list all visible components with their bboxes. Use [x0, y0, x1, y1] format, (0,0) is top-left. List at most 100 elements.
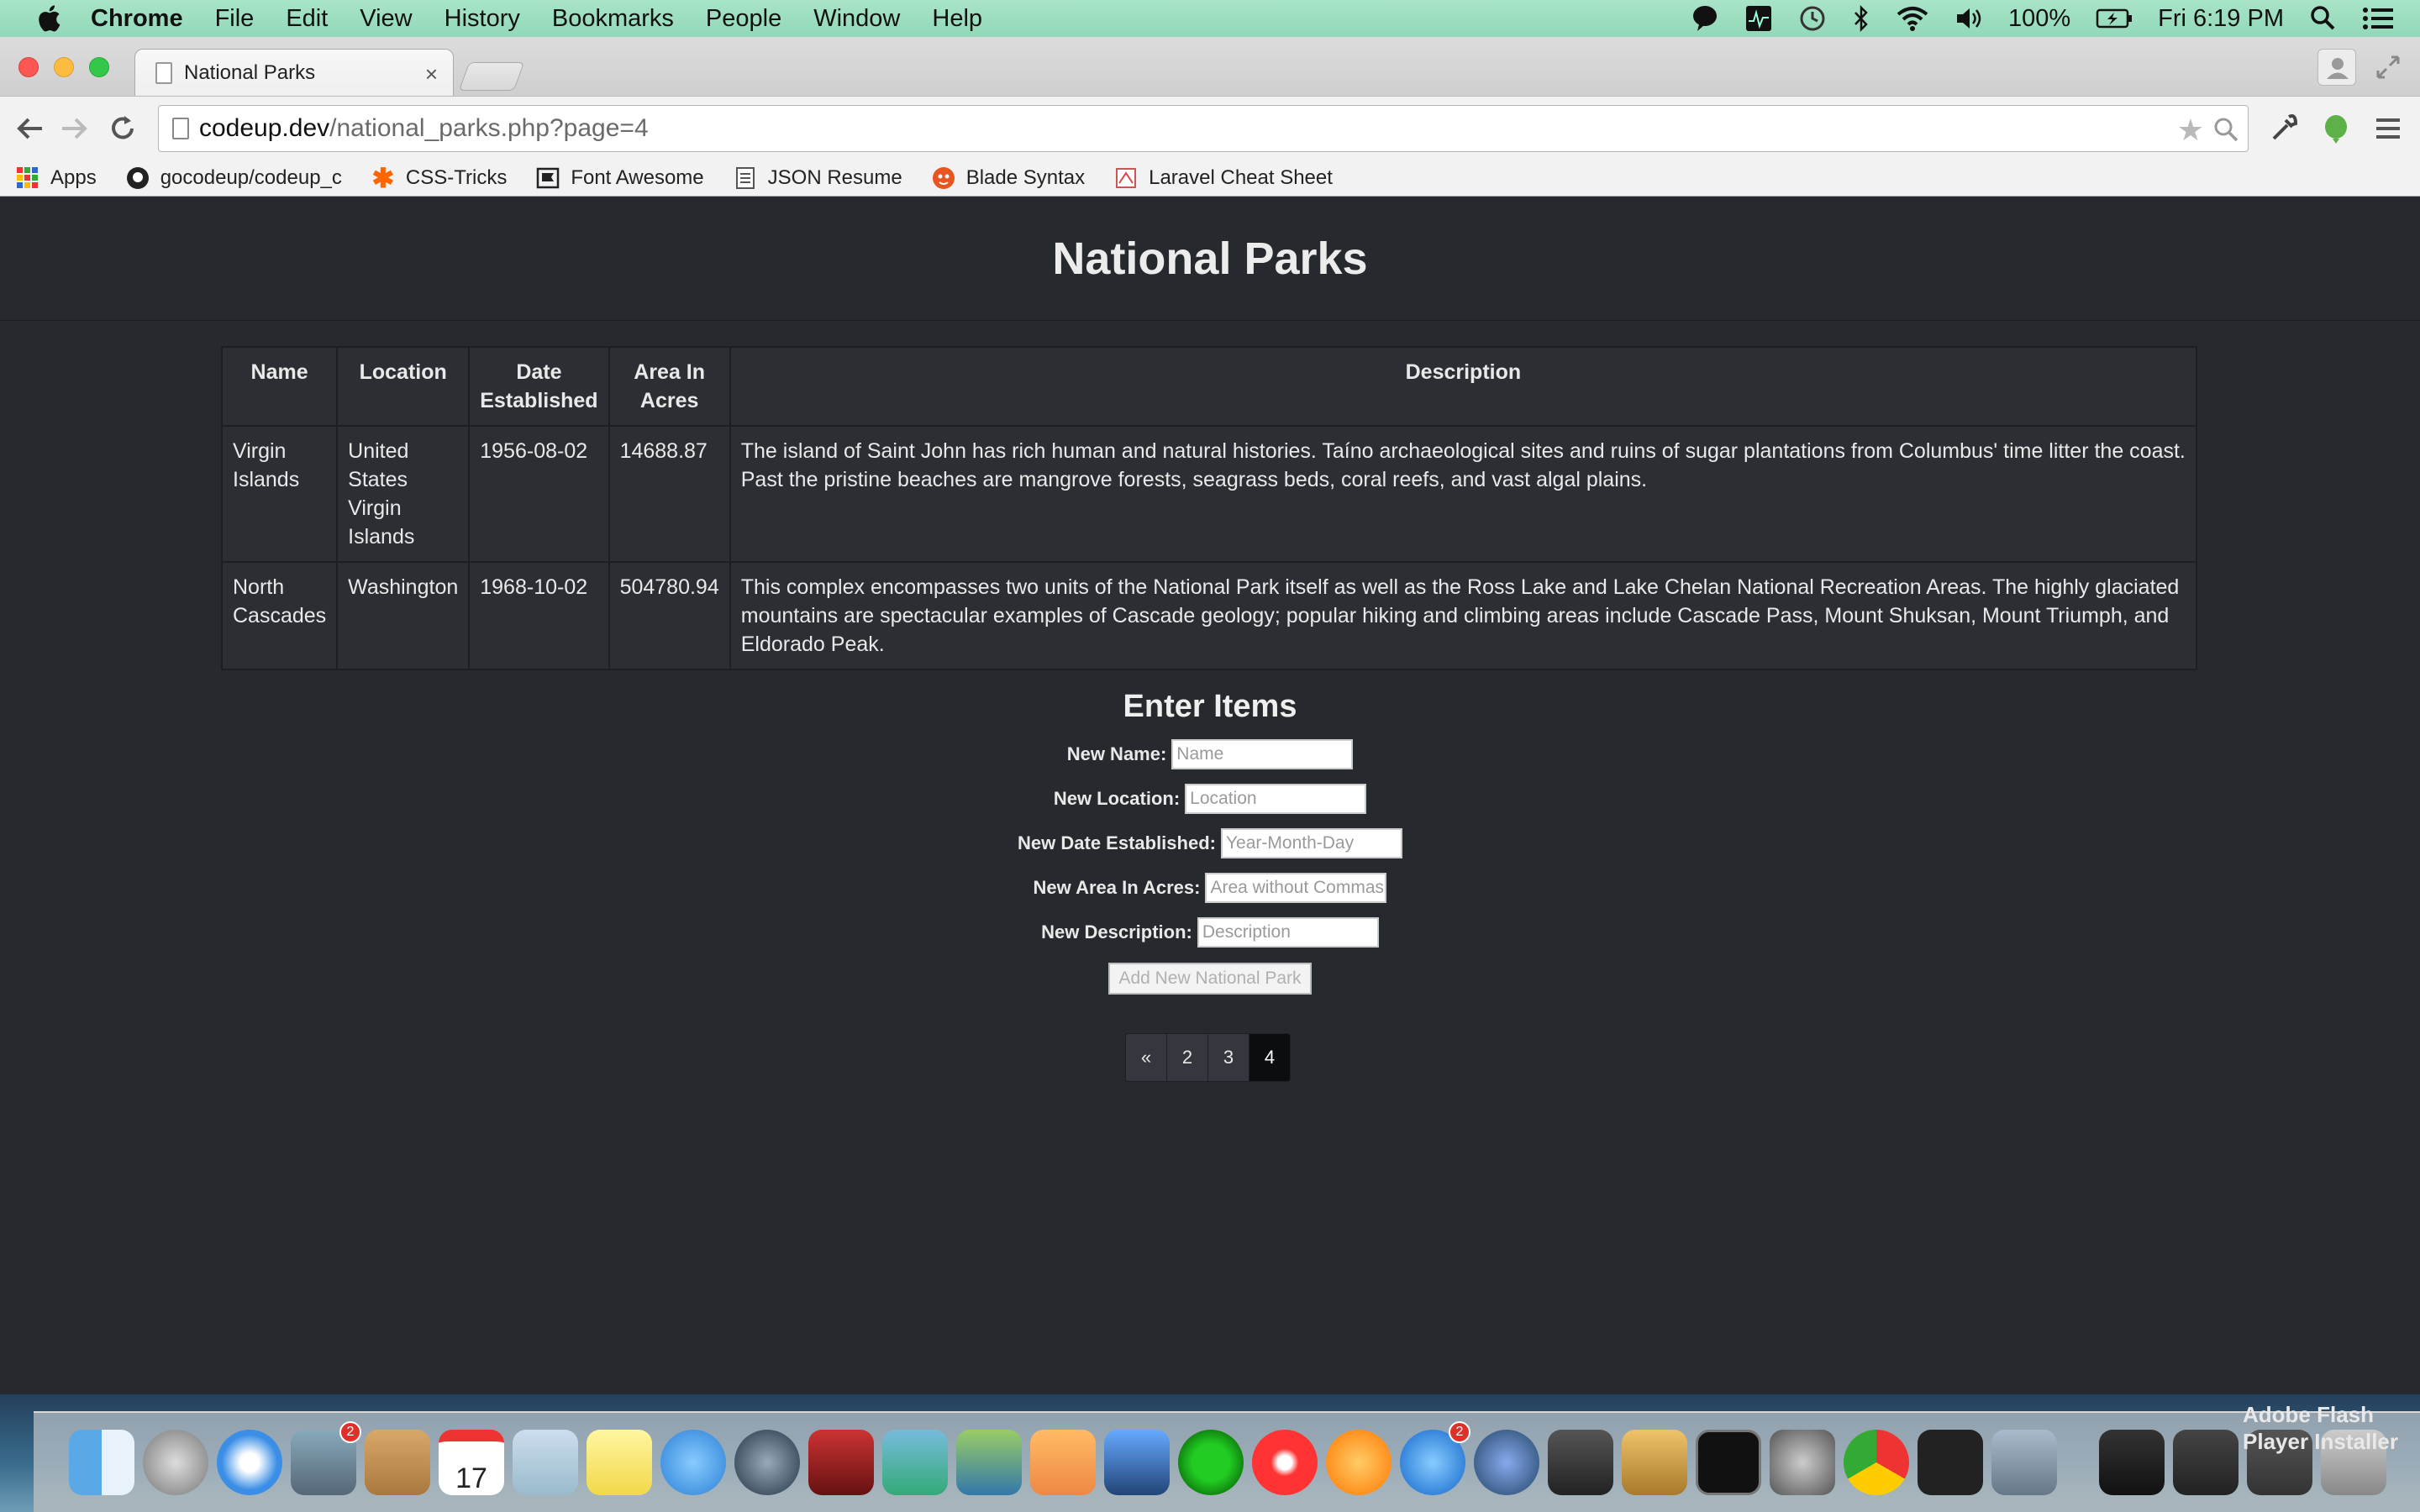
photo-booth-icon[interactable] [808, 1430, 874, 1495]
mail-icon[interactable]: 2 [291, 1421, 361, 1495]
iphoto-icon[interactable] [882, 1430, 948, 1495]
menu-bookmarks[interactable]: Bookmarks [552, 5, 674, 33]
bookmark-font-awesome[interactable]: Font Awesome [535, 165, 704, 191]
page-info-icon[interactable] [172, 118, 189, 139]
menu-help[interactable]: Help [932, 5, 982, 33]
zoom-magnifier-icon[interactable] [2212, 116, 2239, 143]
spotify-icon[interactable] [1178, 1430, 1244, 1495]
pagination-prev[interactable]: « [1125, 1033, 1167, 1082]
chat-bubble-icon[interactable] [1691, 4, 1719, 33]
bookmark-json-resume[interactable]: JSON Resume [733, 165, 902, 191]
chrome-menu-icon[interactable] [2371, 112, 2405, 145]
volume-icon[interactable] [1954, 4, 1983, 33]
launchpad-icon[interactable] [143, 1430, 208, 1495]
menu-people[interactable]: People [706, 5, 781, 33]
finder-icon[interactable] [69, 1430, 134, 1495]
park-area-cell: 14688.87 [608, 425, 731, 563]
system-preferences-icon[interactable] [1770, 1430, 1835, 1495]
bookmark-apps[interactable]: Apps [15, 165, 97, 191]
sourcetree-icon[interactable] [1474, 1430, 1539, 1495]
location-input[interactable] [1185, 783, 1367, 814]
gopro-icon[interactable] [1918, 1430, 1983, 1495]
area-input[interactable] [1205, 872, 1387, 903]
contacts-icon[interactable] [365, 1430, 430, 1495]
bookmark-blade-syntax[interactable]: Blade Syntax [931, 165, 1085, 191]
new-tab-button[interactable] [458, 62, 525, 91]
window-minimize-button[interactable] [54, 57, 74, 77]
sublime-text-icon[interactable] [1548, 1430, 1613, 1495]
area-label: New Area In Acres: [1033, 876, 1201, 898]
menu-file[interactable]: File [215, 5, 255, 33]
time-machine-icon[interactable] [1798, 4, 1827, 33]
bookmark-github[interactable]: gocodeup/codeup_c [125, 165, 342, 191]
menu-app-chrome[interactable]: Chrome [91, 5, 183, 33]
bookmark-laravel-cheat-sheet[interactable]: Laravel Cheat Sheet [1113, 165, 1333, 191]
tab-national-parks[interactable]: National Parks × [134, 49, 454, 96]
profile-button[interactable] [2317, 49, 2356, 86]
itunes-icon[interactable] [1252, 1430, 1318, 1495]
description-input[interactable] [1197, 916, 1379, 948]
apps-grid-icon [15, 165, 40, 191]
forward-arrow-icon[interactable] [57, 112, 91, 145]
chrome-icon[interactable] [1844, 1430, 1909, 1495]
notification-center-icon[interactable] [2361, 4, 2395, 33]
menu-clock[interactable]: Fri 6:19 PM [2158, 5, 2284, 33]
eyedropper-extension-icon[interactable] [2267, 112, 2301, 145]
location-label: New Location: [1053, 787, 1181, 809]
menu-window[interactable]: Window [813, 5, 900, 33]
pagination-page-3[interactable]: 3 [1207, 1033, 1249, 1082]
window-zoom-button[interactable] [89, 57, 109, 77]
fullscreen-expand-icon[interactable] [2375, 54, 2402, 81]
add-park-button[interactable]: Add New National Park [1108, 963, 1312, 995]
park-date-cell: 1956-08-02 [468, 425, 610, 563]
preview-icon[interactable] [1991, 1430, 2057, 1495]
menu-edit[interactable]: Edit [286, 5, 328, 33]
apple-logo-icon[interactable] [32, 4, 66, 33]
macos-menu-bar: Chrome File Edit View History Bookmarks … [0, 0, 2420, 37]
messages-icon[interactable] [660, 1430, 726, 1495]
battery-percent[interactable]: 100% [2008, 5, 2070, 33]
evernote-extension-icon[interactable] [2319, 112, 2353, 145]
person-icon [2327, 58, 2349, 79]
calendar-date: 17 [455, 1462, 487, 1494]
keynote-icon[interactable] [1104, 1430, 1170, 1495]
address-bar[interactable]: codeup.dev/national_parks.php?page=4 ★ [158, 105, 2249, 152]
date-established-input[interactable] [1220, 827, 1402, 858]
calendar-icon[interactable]: 17 [439, 1430, 504, 1495]
spotlight-search-icon[interactable] [2309, 4, 2336, 33]
bookmark-css-tricks[interactable]: ✱ CSS-Tricks [371, 163, 507, 193]
pagination-page-2[interactable]: 2 [1166, 1033, 1208, 1082]
bluetooth-icon[interactable] [1852, 4, 1870, 33]
park-description-cell: This complex encompasses two units of th… [729, 561, 2198, 670]
reload-icon[interactable] [106, 112, 139, 145]
notes-icon[interactable] [587, 1430, 652, 1495]
numbers-icon[interactable] [956, 1430, 1022, 1495]
form-row-date: New Date Established: [0, 821, 2420, 865]
window-close-button[interactable] [18, 57, 39, 77]
terminal-icon[interactable] [1696, 1430, 1761, 1495]
window-thumbnail-icon[interactable] [2173, 1430, 2238, 1495]
app-store-icon[interactable]: 2 [1400, 1421, 1470, 1495]
pagination-page-4[interactable]: 4 [1249, 1033, 1291, 1082]
table-row: North Cascades Washington 1968-10-02 504… [220, 561, 2198, 670]
menu-history[interactable]: History [445, 5, 520, 33]
facetime-icon[interactable] [734, 1430, 800, 1495]
terminal-window-thumbnail-icon[interactable] [2099, 1430, 2165, 1495]
tab-close-icon[interactable]: × [425, 61, 438, 87]
wifi-icon[interactable] [1896, 4, 1929, 33]
menu-view[interactable]: View [360, 5, 412, 33]
pages-icon[interactable] [1030, 1430, 1096, 1495]
macos-dock: 2 17 2 [34, 1411, 2420, 1512]
sequel-pro-icon[interactable] [1622, 1430, 1687, 1495]
activity-monitor-icon[interactable] [1744, 4, 1773, 33]
date-established-label: New Date Established: [1018, 832, 1216, 853]
park-date-cell: 1968-10-02 [468, 561, 610, 670]
maps-icon[interactable] [513, 1430, 578, 1495]
ibooks-icon[interactable] [1326, 1430, 1392, 1495]
name-input[interactable] [1171, 738, 1354, 769]
park-location-cell: Washington [336, 561, 471, 670]
safari-icon[interactable] [217, 1430, 282, 1495]
bookmark-star-icon[interactable]: ★ [2177, 113, 2204, 148]
back-arrow-icon[interactable] [13, 112, 47, 145]
battery-icon[interactable] [2096, 4, 2133, 33]
